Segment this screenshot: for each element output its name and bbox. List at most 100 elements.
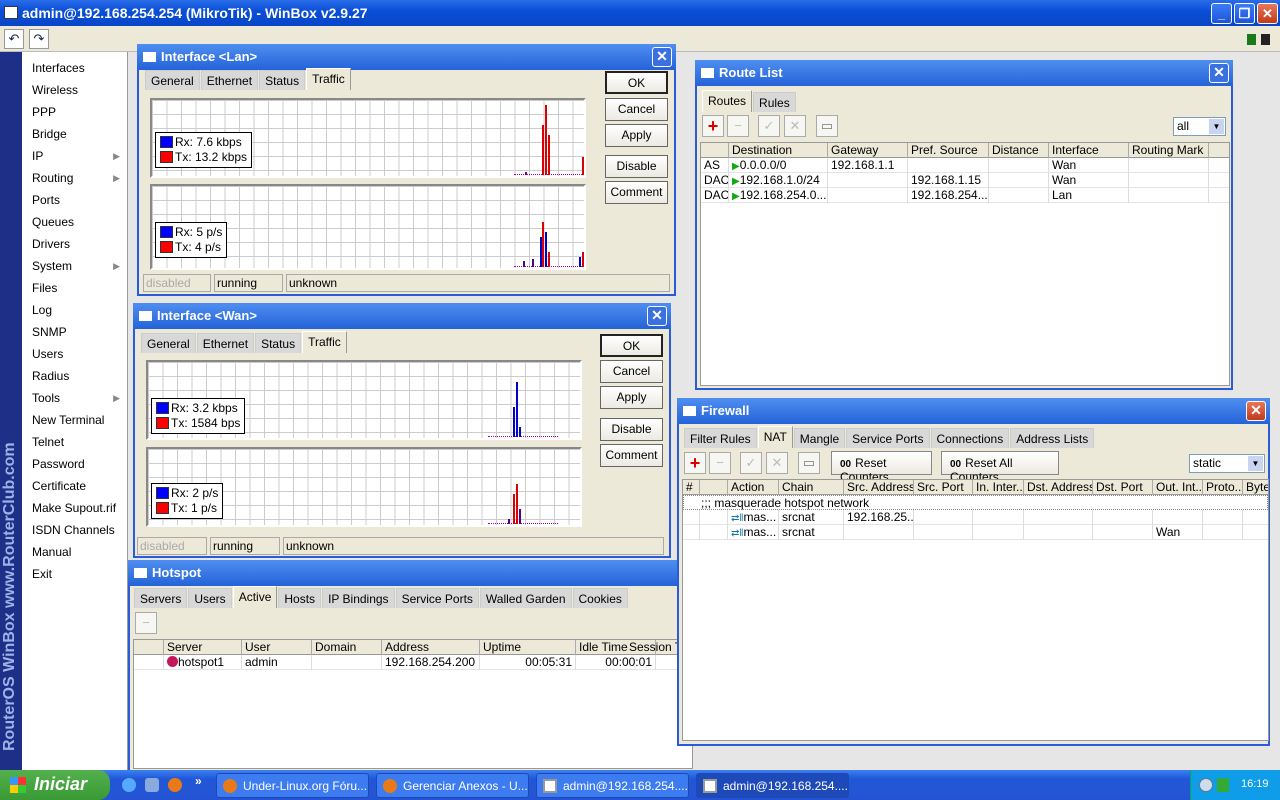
cancel-button[interactable]: Cancel bbox=[605, 98, 668, 121]
table-row[interactable]: DAC ▶192.168.254.0... 192.168.254.... Lan bbox=[701, 188, 1229, 203]
column-header[interactable]: Out. Int... bbox=[1153, 480, 1203, 495]
redo-icon[interactable]: ↷ bbox=[29, 29, 49, 49]
column-header[interactable]: # bbox=[683, 480, 700, 495]
menu-item-snmp[interactable]: SNMP bbox=[32, 321, 124, 343]
firewall-window-titlebar[interactable]: Firewall ✕ bbox=[677, 398, 1270, 424]
menu-item-manual[interactable]: Manual bbox=[32, 541, 124, 563]
reset-counters-button[interactable]: 00 Reset Counters bbox=[831, 451, 932, 484]
table-row[interactable]: hotspot1 admin 192.168.254.200 00:05:31 00:0… bbox=[134, 655, 692, 670]
column-header[interactable]: Uptime bbox=[480, 640, 576, 655]
menu-item-make-supout-rif[interactable]: Make Supout.rif bbox=[32, 497, 124, 519]
menu-item-isdn-channels[interactable]: ISDN Channels bbox=[32, 519, 124, 541]
menu-item-ip[interactable]: IP ▶ bbox=[32, 145, 124, 167]
column-header[interactable]: Gateway bbox=[828, 143, 908, 158]
tab-servers[interactable]: Servers bbox=[134, 588, 188, 608]
menu-item-radius[interactable]: Radius bbox=[32, 365, 124, 387]
remove-icon[interactable]: − bbox=[727, 115, 749, 137]
desktop-icon[interactable] bbox=[145, 778, 159, 792]
column-header[interactable]: Address bbox=[382, 640, 480, 655]
enable-icon[interactable]: ✓ bbox=[758, 115, 780, 137]
route-filter-select[interactable]: all ▼ bbox=[1173, 117, 1226, 136]
column-header[interactable]: Pref. Source bbox=[908, 143, 989, 158]
menu-item-new-terminal[interactable]: New Terminal bbox=[32, 409, 124, 431]
tray-expand-icon[interactable] bbox=[1199, 778, 1213, 792]
task-winbox-1[interactable]: admin@192.168.254.... bbox=[536, 773, 689, 798]
menu-item-certificate[interactable]: Certificate bbox=[32, 475, 124, 497]
menu-item-users[interactable]: Users bbox=[32, 343, 124, 365]
tab-service-ports[interactable]: Service Ports bbox=[846, 428, 930, 448]
tab-hosts[interactable]: Hosts bbox=[278, 588, 322, 608]
table-row[interactable]: DAC ▶192.168.1.0/24 192.168.1.15 Wan bbox=[701, 173, 1229, 188]
tab-users[interactable]: Users bbox=[188, 588, 232, 608]
task-firefox-anexos[interactable]: Gerenciar Anexos - U... bbox=[376, 773, 529, 798]
add-icon[interactable]: + bbox=[684, 452, 706, 474]
hotspot-window-titlebar[interactable]: Hotspot bbox=[128, 560, 690, 586]
table-row[interactable]: AS ▶0.0.0.0/0 192.168.1.1 Wan bbox=[701, 158, 1229, 173]
disable-icon[interactable]: ✕ bbox=[784, 115, 806, 137]
table-row[interactable]: ⇄‖mas... srcnat Wan bbox=[683, 525, 1268, 540]
disable-button[interactable]: Disable bbox=[600, 418, 663, 441]
add-icon[interactable]: + bbox=[702, 115, 724, 137]
tab-walled-garden[interactable]: Walled Garden bbox=[479, 588, 572, 608]
column-header[interactable]: Proto... bbox=[1203, 480, 1243, 495]
tab-connections[interactable]: Connections bbox=[930, 428, 1010, 448]
column-header[interactable] bbox=[701, 143, 729, 158]
tab-status[interactable]: Status bbox=[255, 333, 302, 353]
comment-icon[interactable]: ▭ bbox=[816, 115, 838, 137]
cancel-button[interactable]: Cancel bbox=[600, 360, 663, 383]
tab-general[interactable]: General bbox=[145, 70, 200, 90]
ok-button[interactable]: OK bbox=[600, 334, 663, 357]
quicklaunch-more[interactable]: » bbox=[195, 774, 202, 788]
column-header[interactable]: Src. Address bbox=[844, 480, 914, 495]
menu-item-ppp[interactable]: PPP bbox=[32, 101, 124, 123]
column-header[interactable]: Routing Mark bbox=[1129, 143, 1209, 158]
menu-item-ports[interactable]: Ports bbox=[32, 189, 124, 211]
menu-item-telnet[interactable]: Telnet bbox=[32, 431, 124, 453]
rule-comment[interactable]: ;;; masquerade hotspot network bbox=[683, 495, 1268, 510]
tab-address-lists[interactable]: Address Lists bbox=[1010, 428, 1095, 448]
comment-button[interactable]: Comment bbox=[605, 181, 668, 204]
tab-service-ports[interactable]: Service Ports bbox=[395, 588, 479, 608]
remove-icon[interactable]: − bbox=[709, 452, 731, 474]
disable-icon[interactable]: ✕ bbox=[766, 452, 788, 474]
comment-icon[interactable]: ▭ bbox=[798, 452, 820, 474]
menu-item-queues[interactable]: Queues bbox=[32, 211, 124, 233]
ie-icon[interactable] bbox=[122, 778, 136, 792]
menu-item-system[interactable]: System ▶ bbox=[32, 255, 124, 277]
reset-all-counters-button[interactable]: 00 Reset All Counters bbox=[941, 451, 1059, 484]
tab-traffic[interactable]: Traffic bbox=[302, 331, 347, 353]
close-icon[interactable]: ✕ bbox=[1209, 63, 1229, 83]
column-header[interactable]: User bbox=[242, 640, 312, 655]
menu-item-files[interactable]: Files bbox=[32, 277, 124, 299]
menu-item-log[interactable]: Log bbox=[32, 299, 124, 321]
ok-button[interactable]: OK bbox=[605, 71, 668, 94]
comment-button[interactable]: Comment bbox=[600, 444, 663, 467]
table-row[interactable]: ⇄‖mas... srcnat 192.168.25... bbox=[683, 510, 1268, 525]
route-window-titlebar[interactable]: Route List ✕ bbox=[695, 60, 1233, 86]
apply-button[interactable]: Apply bbox=[600, 386, 663, 409]
start-button[interactable]: Iniciar bbox=[0, 770, 110, 800]
column-header[interactable] bbox=[700, 480, 728, 495]
maximize-button[interactable]: ❐ bbox=[1234, 3, 1255, 24]
tab-cookies[interactable]: Cookies bbox=[572, 588, 628, 608]
network-icon[interactable] bbox=[1217, 778, 1229, 792]
task-firefox-forum[interactable]: Under-Linux.org Fóru... bbox=[216, 773, 369, 798]
tab-nat[interactable]: NAT bbox=[757, 426, 793, 448]
wan-window-titlebar[interactable]: Interface <Wan> ✕ bbox=[133, 303, 671, 329]
lan-window-titlebar[interactable]: Interface <Lan> ✕ bbox=[137, 44, 676, 70]
disable-button[interactable]: Disable bbox=[605, 155, 668, 178]
task-winbox-2[interactable]: admin@192.168.254.... bbox=[696, 773, 849, 798]
column-header[interactable]: Dst. Port bbox=[1093, 480, 1153, 495]
column-header[interactable]: Chain bbox=[779, 480, 844, 495]
menu-item-wireless[interactable]: Wireless bbox=[32, 79, 124, 101]
tab-ip-bindings[interactable]: IP Bindings bbox=[322, 588, 395, 608]
column-header[interactable]: Interface bbox=[1049, 143, 1129, 158]
menu-item-password[interactable]: Password bbox=[32, 453, 124, 475]
column-header[interactable]: Domain bbox=[312, 640, 382, 655]
tab-ethernet[interactable]: Ethernet bbox=[196, 333, 255, 353]
column-header[interactable]: Server bbox=[164, 640, 242, 655]
close-icon[interactable]: ✕ bbox=[647, 306, 667, 326]
close-button[interactable]: ✕ bbox=[1257, 3, 1278, 24]
close-icon[interactable]: ✕ bbox=[652, 47, 672, 67]
column-header[interactable]: In. Inter... bbox=[973, 480, 1024, 495]
